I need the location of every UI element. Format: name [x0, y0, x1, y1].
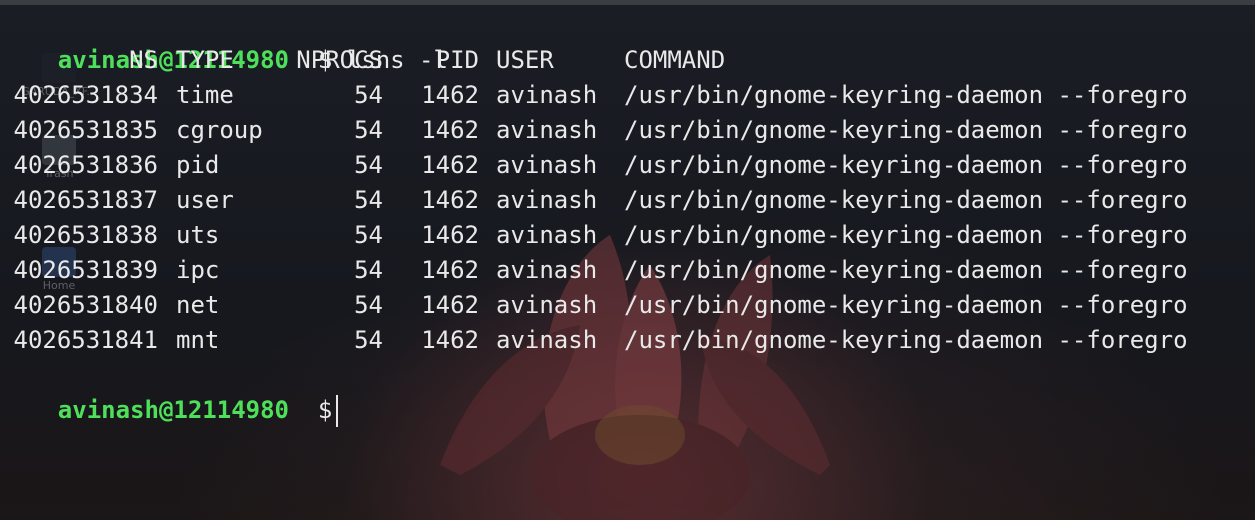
cell-user: avinash	[496, 291, 598, 319]
cell-nprocs: 54	[354, 186, 383, 214]
cell-type: time	[176, 81, 234, 109]
cell-ns: 4026531836	[13, 151, 159, 179]
table-row: 4026531835 cgroup 54 1462 avinash/usr/bin/gn…	[0, 113, 1255, 148]
cell-command: /usr/bin/gnome-keyring-daemon --foregro	[624, 81, 1188, 109]
cell-user: avinash	[496, 151, 598, 179]
cell-pid: 1462	[421, 221, 479, 249]
cell-pid: 1462	[421, 81, 479, 109]
cell-nprocs: 54	[354, 291, 383, 319]
cell-command: /usr/bin/gnome-keyring-daemon --foregro	[624, 221, 1188, 249]
header-command: COMMAND	[624, 46, 726, 74]
cell-nprocs: 54	[354, 256, 383, 284]
cell-ns: 4026531835	[13, 116, 159, 144]
cell-command: /usr/bin/gnome-keyring-daemon --foregro	[624, 116, 1188, 144]
header-user: USER	[496, 46, 554, 74]
table-row: 4026531838 uts 54 1462 avinash/usr/bin/gnome…	[0, 218, 1255, 253]
cell-user: avinash	[496, 81, 598, 109]
header-ns: NS	[129, 46, 158, 74]
cell-command: /usr/bin/gnome-keyring-daemon --foregro	[624, 186, 1188, 214]
table-header: NS TYPE NPROCS PID USER COMMAND	[0, 43, 1255, 78]
cell-command: /usr/bin/gnome-keyring-daemon --foregro	[624, 291, 1188, 319]
cell-type: user	[176, 186, 234, 214]
cell-ns: 4026531838	[13, 221, 159, 249]
text-cursor	[336, 395, 339, 427]
cell-type: mnt	[176, 326, 220, 354]
cell-pid: 1462	[421, 291, 479, 319]
cell-type: uts	[176, 221, 220, 249]
table-row: 4026531836 pid 54 1462 avinash/usr/bin/gnome…	[0, 148, 1255, 183]
command-prompt-line: avinash@12114980 $ lsns -l	[0, 8, 448, 74]
cell-pid: 1462	[421, 326, 479, 354]
table-row: 4026531837 user 54 1462 avinash/usr/bin/gnom…	[0, 183, 1255, 218]
cell-user: avinash	[496, 221, 598, 249]
cell-pid: 1462	[421, 116, 479, 144]
cell-nprocs: 54	[354, 326, 383, 354]
cell-ns: 4026531839	[13, 256, 159, 284]
cell-nprocs: 54	[354, 116, 383, 144]
cell-pid: 1462	[421, 151, 479, 179]
cell-ns: 4026531840	[13, 291, 159, 319]
cell-pid: 1462	[421, 186, 479, 214]
table-row: 4026531834 time 54 1462 avinash/usr/bin/gnom…	[0, 78, 1255, 113]
cell-ns: 4026531837	[13, 186, 159, 214]
cell-nprocs: 54	[354, 81, 383, 109]
header-nprocs: NPROCS	[296, 46, 383, 74]
cell-ns: 4026531841	[13, 326, 159, 354]
table-row: 4026531840 net 54 1462 avinash/usr/bin/gnome…	[0, 288, 1255, 323]
cell-type: cgroup	[176, 116, 263, 144]
terminal-output[interactable]: avinash@12114980 $ lsns -l NS TYPE NPROC…	[0, 8, 1255, 520]
cell-nprocs: 54	[354, 151, 383, 179]
cell-nprocs: 54	[354, 221, 383, 249]
cell-command: /usr/bin/gnome-keyring-daemon --foregro	[624, 326, 1188, 354]
cell-type: pid	[176, 151, 220, 179]
header-type: TYPE	[176, 46, 234, 74]
cell-command: /usr/bin/gnome-keyring-daemon --foregro	[624, 256, 1188, 284]
header-pid: PID	[435, 46, 479, 74]
prompt-user: avinash@12114980	[57, 396, 289, 424]
table-row: 4026531839 ipc 54 1462 avinash/usr/bin/gnome…	[0, 253, 1255, 288]
cell-ns: 4026531834	[13, 81, 159, 109]
cell-user: avinash	[496, 326, 598, 354]
cell-type: net	[176, 291, 220, 319]
cell-user: avinash	[496, 186, 598, 214]
cell-user: avinash	[496, 256, 598, 284]
cell-pid: 1462	[421, 256, 479, 284]
prompt-symbol: $	[317, 396, 333, 424]
command-prompt-line: avinash@12114980 $	[0, 358, 339, 427]
cell-type: ipc	[176, 256, 220, 284]
cell-user: avinash	[496, 116, 598, 144]
table-row: 4026531841 mnt 54 1462 avinash/usr/bin/gnome…	[0, 323, 1255, 358]
cell-command: /usr/bin/gnome-keyring-daemon --foregro	[624, 151, 1188, 179]
